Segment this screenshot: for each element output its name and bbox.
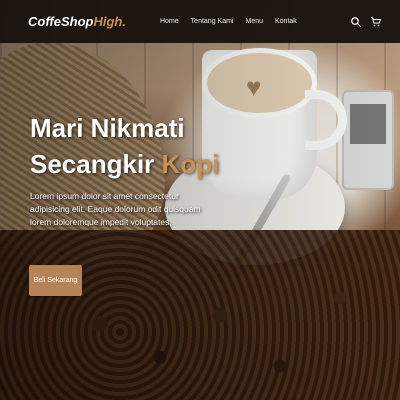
brand-accent: High. xyxy=(93,14,126,29)
search-icon[interactable] xyxy=(350,16,362,28)
hero-title-accent: Kopi xyxy=(161,149,220,179)
nav-menu-link[interactable]: Menu xyxy=(245,18,263,25)
hero-title: Mari Nikmati Secangkir Kopi xyxy=(30,110,220,182)
hero-section: ♥ CoffeShopHigh. Home Tentang Kami Menu … xyxy=(0,0,400,400)
hero-description: Lorem ipsum dolor sit amet consectetur a… xyxy=(30,191,201,227)
nav-home-link[interactable]: Home xyxy=(160,18,179,25)
brand-logo[interactable]: CoffeShopHigh. xyxy=(28,14,126,29)
nav-links: Home Tentang Kami Menu Kontak xyxy=(160,18,297,25)
buy-now-button[interactable]: Beli Sekarang xyxy=(29,265,82,296)
nav-contact-link[interactable]: Kontak xyxy=(275,18,297,25)
brand-name: CoffeShop xyxy=(28,14,94,29)
nav-icons xyxy=(350,16,382,28)
hero-title-line1: Mari Nikmati xyxy=(30,113,185,143)
hero-content: Mari Nikmati Secangkir Kopi Lorem ipsum … xyxy=(30,110,220,229)
navbar: CoffeShopHigh. Home Tentang Kami Menu Ko… xyxy=(0,0,400,43)
shopping-cart-icon[interactable] xyxy=(370,16,382,28)
nav-about-link[interactable]: Tentang Kami xyxy=(191,18,234,25)
hero-title-line2: Secangkir xyxy=(30,149,155,179)
